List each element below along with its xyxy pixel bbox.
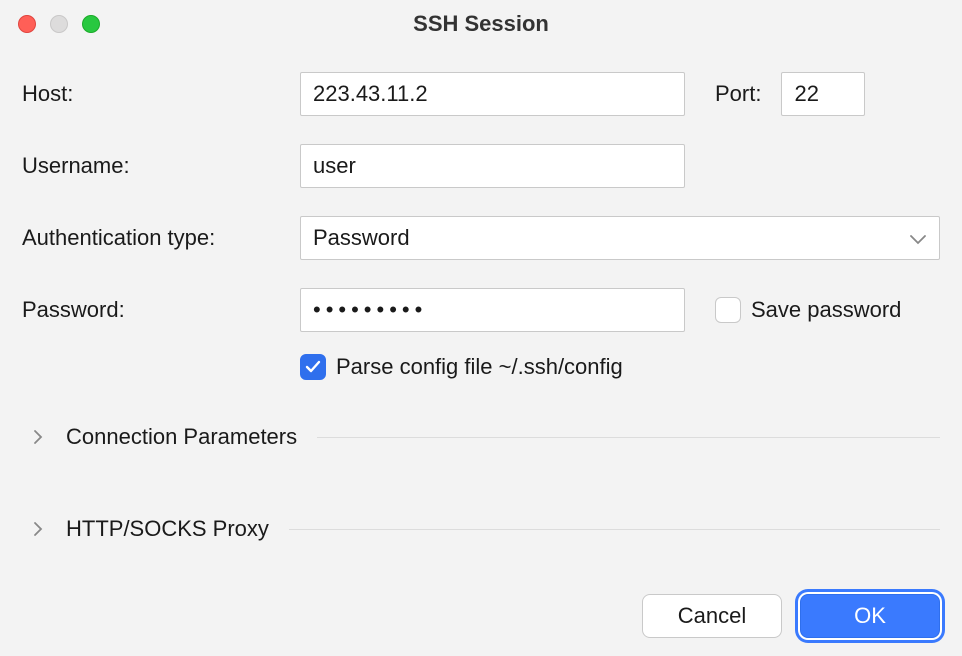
save-password-option[interactable]: Save password xyxy=(715,297,901,323)
port-label: Port: xyxy=(715,81,761,107)
parse-config-option[interactable]: Parse config file ~/.ssh/config xyxy=(300,354,940,380)
auth-type-value: Password xyxy=(313,225,410,251)
ok-button[interactable]: OK xyxy=(800,594,940,638)
cancel-button[interactable]: Cancel xyxy=(642,594,782,638)
auth-type-row: Authentication type: Password xyxy=(22,216,940,260)
host-input[interactable] xyxy=(300,72,685,116)
host-label: Host: xyxy=(22,81,300,107)
window-controls xyxy=(18,15,100,33)
save-password-checkbox[interactable] xyxy=(715,297,741,323)
host-row: Host: Port: xyxy=(22,72,940,116)
dialog-content: Host: Port: Username: Authentication typ… xyxy=(0,48,962,656)
auth-type-select[interactable]: Password xyxy=(300,216,940,260)
proxy-expander[interactable]: HTTP/SOCKS Proxy xyxy=(22,498,940,560)
dialog-footer: Cancel OK xyxy=(22,582,940,638)
password-input[interactable] xyxy=(300,288,685,332)
password-row: Password: Save password xyxy=(22,288,940,332)
chevron-right-icon xyxy=(22,521,54,537)
divider xyxy=(289,529,940,530)
divider xyxy=(317,437,940,438)
window-title: SSH Session xyxy=(0,11,962,37)
port-input[interactable] xyxy=(781,72,865,116)
maximize-window-button[interactable] xyxy=(82,15,100,33)
parse-config-checkbox[interactable] xyxy=(300,354,326,380)
save-password-label: Save password xyxy=(751,297,901,323)
password-label: Password: xyxy=(22,297,300,323)
parse-config-label: Parse config file ~/.ssh/config xyxy=(336,354,623,380)
close-window-button[interactable] xyxy=(18,15,36,33)
username-label: Username: xyxy=(22,153,300,179)
username-input[interactable] xyxy=(300,144,685,188)
minimize-window-button[interactable] xyxy=(50,15,68,33)
auth-type-label: Authentication type: xyxy=(22,225,300,251)
ssh-session-dialog: SSH Session Host: Port: Username: Authen… xyxy=(0,0,962,656)
chevron-right-icon xyxy=(22,429,54,445)
connection-parameters-expander[interactable]: Connection Parameters xyxy=(22,406,940,468)
proxy-label: HTTP/SOCKS Proxy xyxy=(66,516,269,542)
titlebar: SSH Session xyxy=(0,0,962,48)
username-row: Username: xyxy=(22,144,940,188)
connection-parameters-label: Connection Parameters xyxy=(66,424,297,450)
